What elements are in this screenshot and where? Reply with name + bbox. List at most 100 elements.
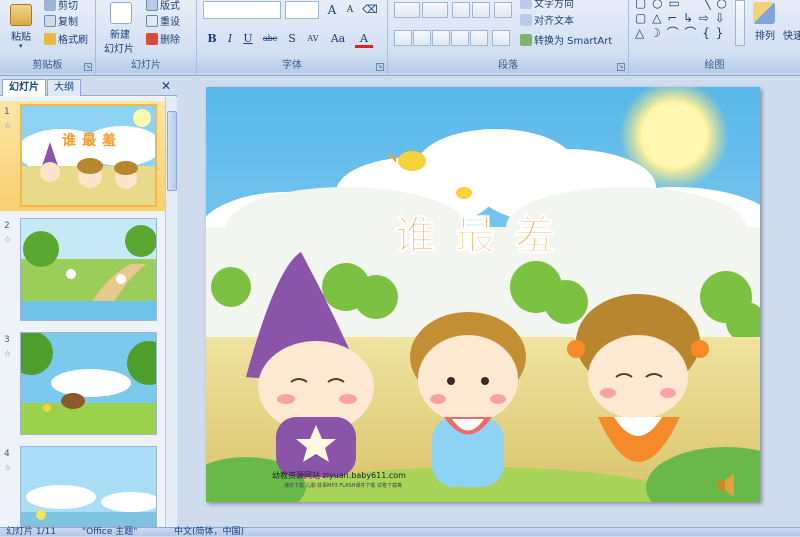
text-direction-icon [520,0,532,9]
increase-indent-icon[interactable] [472,2,490,18]
status-bar: 幻灯片 1/11 "Office 主题" 中文(简体，中国) [0,527,800,537]
strikethrough-button[interactable]: abc [259,30,281,48]
shapes-gallery[interactable]: ▢ ○ ▭ ⌒ ╲ ○ ▢ △ ⌐ ↳ ⇨ ⇩ △ ☽ ⌒ ⌒ { } [635,0,728,41]
thumb-1-art [22,106,155,205]
thumb-2-art [21,219,156,320]
text-direction-label: 文字方向 [534,0,574,10]
reset-label: 重设 [160,17,180,28]
bold-button[interactable]: B [203,30,221,48]
shrink-font-button[interactable]: A [341,1,359,19]
slide-illustration [206,87,760,502]
distribute-icon[interactable] [470,30,488,46]
delete-icon [146,32,158,45]
scissors-icon [44,0,56,11]
slide-canvas[interactable]: 谁最羞 幼教资源网站 ziyuan.baby611.com 课件下载 儿歌 故事… [206,87,760,502]
reset-icon [146,14,158,27]
cut-button[interactable]: 剪切 [44,0,78,12]
font-label: 字体 [197,59,387,73]
reset-button[interactable]: 重设 [146,13,180,28]
char-spacing-button[interactable]: AV [301,30,325,48]
clipboard-group: 粘贴 ▾ 剪切 复制 格式刷 剪贴板 ↘ [0,0,96,75]
grow-font-button[interactable]: A [323,1,341,19]
paragraph-launcher-icon[interactable]: ↘ [617,63,625,71]
paste-button[interactable]: 粘贴 [11,28,31,43]
new-slide-button[interactable]: 新建 [110,26,130,41]
copy-button[interactable]: 复制 [44,13,78,28]
smartart-icon [520,33,532,46]
new-slide-icon[interactable] [110,2,132,24]
clear-format-button[interactable]: ⌫ [361,1,379,19]
paste-dropdown[interactable]: ▾ [19,42,23,50]
thumb-1-title: 谁最羞 [62,133,122,149]
font-group: A A ⌫ B I U abc S AV Aa A 字体 ↘ [197,0,388,75]
pane-scrollbar-thumb[interactable] [167,111,177,191]
delete-button[interactable]: 删除 [146,31,180,46]
thumb-3-art [21,333,156,434]
shapes-scroll-icon[interactable] [735,0,745,46]
new-slide-button-line2[interactable]: 幻灯片 [104,40,134,55]
font-size-combo[interactable] [285,1,319,19]
pane-tabs: 幻灯片 大纲 ✕ [0,77,177,96]
paste-icon[interactable] [10,4,32,26]
bullets-icon[interactable] [394,2,420,18]
transition-icon: ☆ [4,121,12,130]
close-pane-icon[interactable]: ✕ [161,79,171,93]
layout-icon [146,0,158,11]
underline-button[interactable]: U [239,30,257,48]
slide-number: 1 [4,107,10,117]
slides-group: 新建 幻灯片 版式 重设 删除 幻灯片 [96,0,197,75]
align-text-icon [520,13,532,26]
copy-label: 复制 [58,17,78,28]
slides-label: 幻灯片 [96,59,196,73]
clipboard-launcher-icon[interactable]: ↘ [84,63,92,71]
layout-label: 版式 [160,1,180,12]
align-right-icon[interactable] [432,30,450,46]
paragraph-label: 段落 [388,59,628,73]
quick-styles-button[interactable]: 快速 [783,27,800,42]
align-text-label: 对齐文本 [534,16,574,27]
cut-label: 剪切 [58,1,78,12]
footer-site: 幼教资源网站 ziyuan.baby611.com [272,471,406,480]
align-center-icon[interactable] [413,30,431,46]
format-painter-label: 格式刷 [58,35,88,46]
justify-icon[interactable] [451,30,469,46]
transition-icon: ☆ [4,463,12,472]
slide-thumbnail-1[interactable]: 谁最羞 [20,104,157,207]
paragraph-group: 文字方向 对齐文本 转换为 SmartArt 段落 ↘ [388,0,629,75]
line-spacing-icon[interactable] [494,2,512,18]
align-left-icon[interactable] [394,30,412,46]
format-painter-button[interactable]: 格式刷 [44,31,88,46]
font-launcher-icon[interactable]: ↘ [376,63,384,71]
layout-button[interactable]: 版式 [146,0,180,12]
smartart-label: 转换为 SmartArt [534,36,613,47]
convert-smartart-button[interactable]: 转换为 SmartArt [520,32,612,47]
font-name-combo[interactable] [203,1,281,19]
bird-icon-small [456,187,472,199]
slide-thumbnail-4[interactable] [20,446,157,527]
slide-thumbnail-2[interactable] [20,218,157,321]
shadow-button[interactable]: S [283,30,301,48]
clipboard-label: 剪贴板 [0,59,95,73]
transition-icon: ☆ [4,235,12,244]
numbering-icon[interactable] [422,2,448,18]
copy-icon [44,14,56,27]
slides-pane: 幻灯片 大纲 ✕ 1 ☆ 谁最羞 2 ☆ 3 ☆ 4 ☆ [0,77,177,527]
slide-number: 4 [4,449,10,459]
slide-title[interactable]: 谁最羞 [382,203,588,261]
slide-thumbnail-3[interactable] [20,332,157,435]
bird-icon [398,151,426,171]
arrange-button[interactable]: 排列 [755,27,775,42]
align-text-button[interactable]: 对齐文本 [520,12,574,27]
brush-icon [44,32,56,45]
columns-icon[interactable] [492,30,510,46]
slide-number: 2 [4,221,10,231]
tab-slides[interactable]: 幻灯片 [2,79,46,96]
text-direction-button[interactable]: 文字方向 [520,0,574,10]
change-case-button[interactable]: Aa [327,30,349,48]
font-color-button[interactable]: A [355,30,373,48]
arrange-icon[interactable] [753,2,775,24]
italic-button[interactable]: I [221,30,239,48]
pane-scrollbar[interactable] [165,97,177,527]
tab-outline[interactable]: 大纲 [47,79,81,96]
decrease-indent-icon[interactable] [452,2,470,18]
